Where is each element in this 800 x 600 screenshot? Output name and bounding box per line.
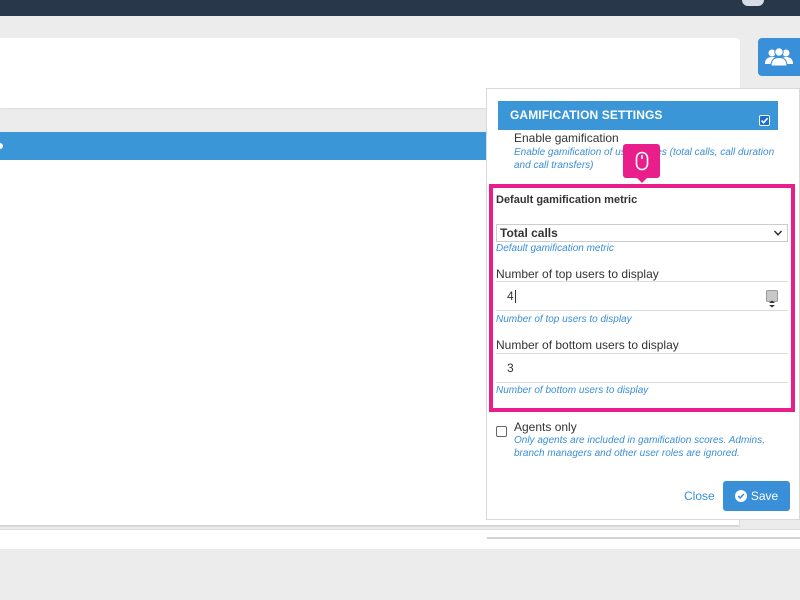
close-button[interactable]: Close	[684, 489, 715, 503]
settings-header: GAMIFICATION SETTINGS	[498, 101, 778, 130]
highlight-box	[489, 184, 795, 412]
top-navbar	[0, 0, 800, 16]
header-dot	[0, 143, 3, 149]
save-button[interactable]: Save	[723, 481, 790, 511]
users-icon	[765, 47, 793, 67]
save-label: Save	[750, 489, 779, 503]
navbar-avatar-icon[interactable]	[742, 0, 764, 6]
mouse-icon	[635, 151, 648, 171]
check-icon	[760, 117, 769, 124]
enable-gamification-checkbox[interactable]	[759, 115, 770, 126]
check-circle-icon	[734, 490, 747, 502]
users-toggle-button[interactable]	[758, 38, 800, 76]
marker-tail	[636, 177, 648, 183]
settings-header-title: GAMIFICATION SETTINGS	[510, 108, 663, 122]
divider	[487, 537, 800, 539]
enable-gamification-label: Enable gamification	[514, 131, 619, 145]
agents-only-help: Only agents are included in gamification…	[514, 435, 765, 459]
lower-strip	[0, 529, 800, 549]
agents-only-checkbox[interactable]	[496, 426, 507, 437]
agents-only-label: Agents only	[514, 420, 577, 434]
click-marker	[623, 144, 660, 183]
